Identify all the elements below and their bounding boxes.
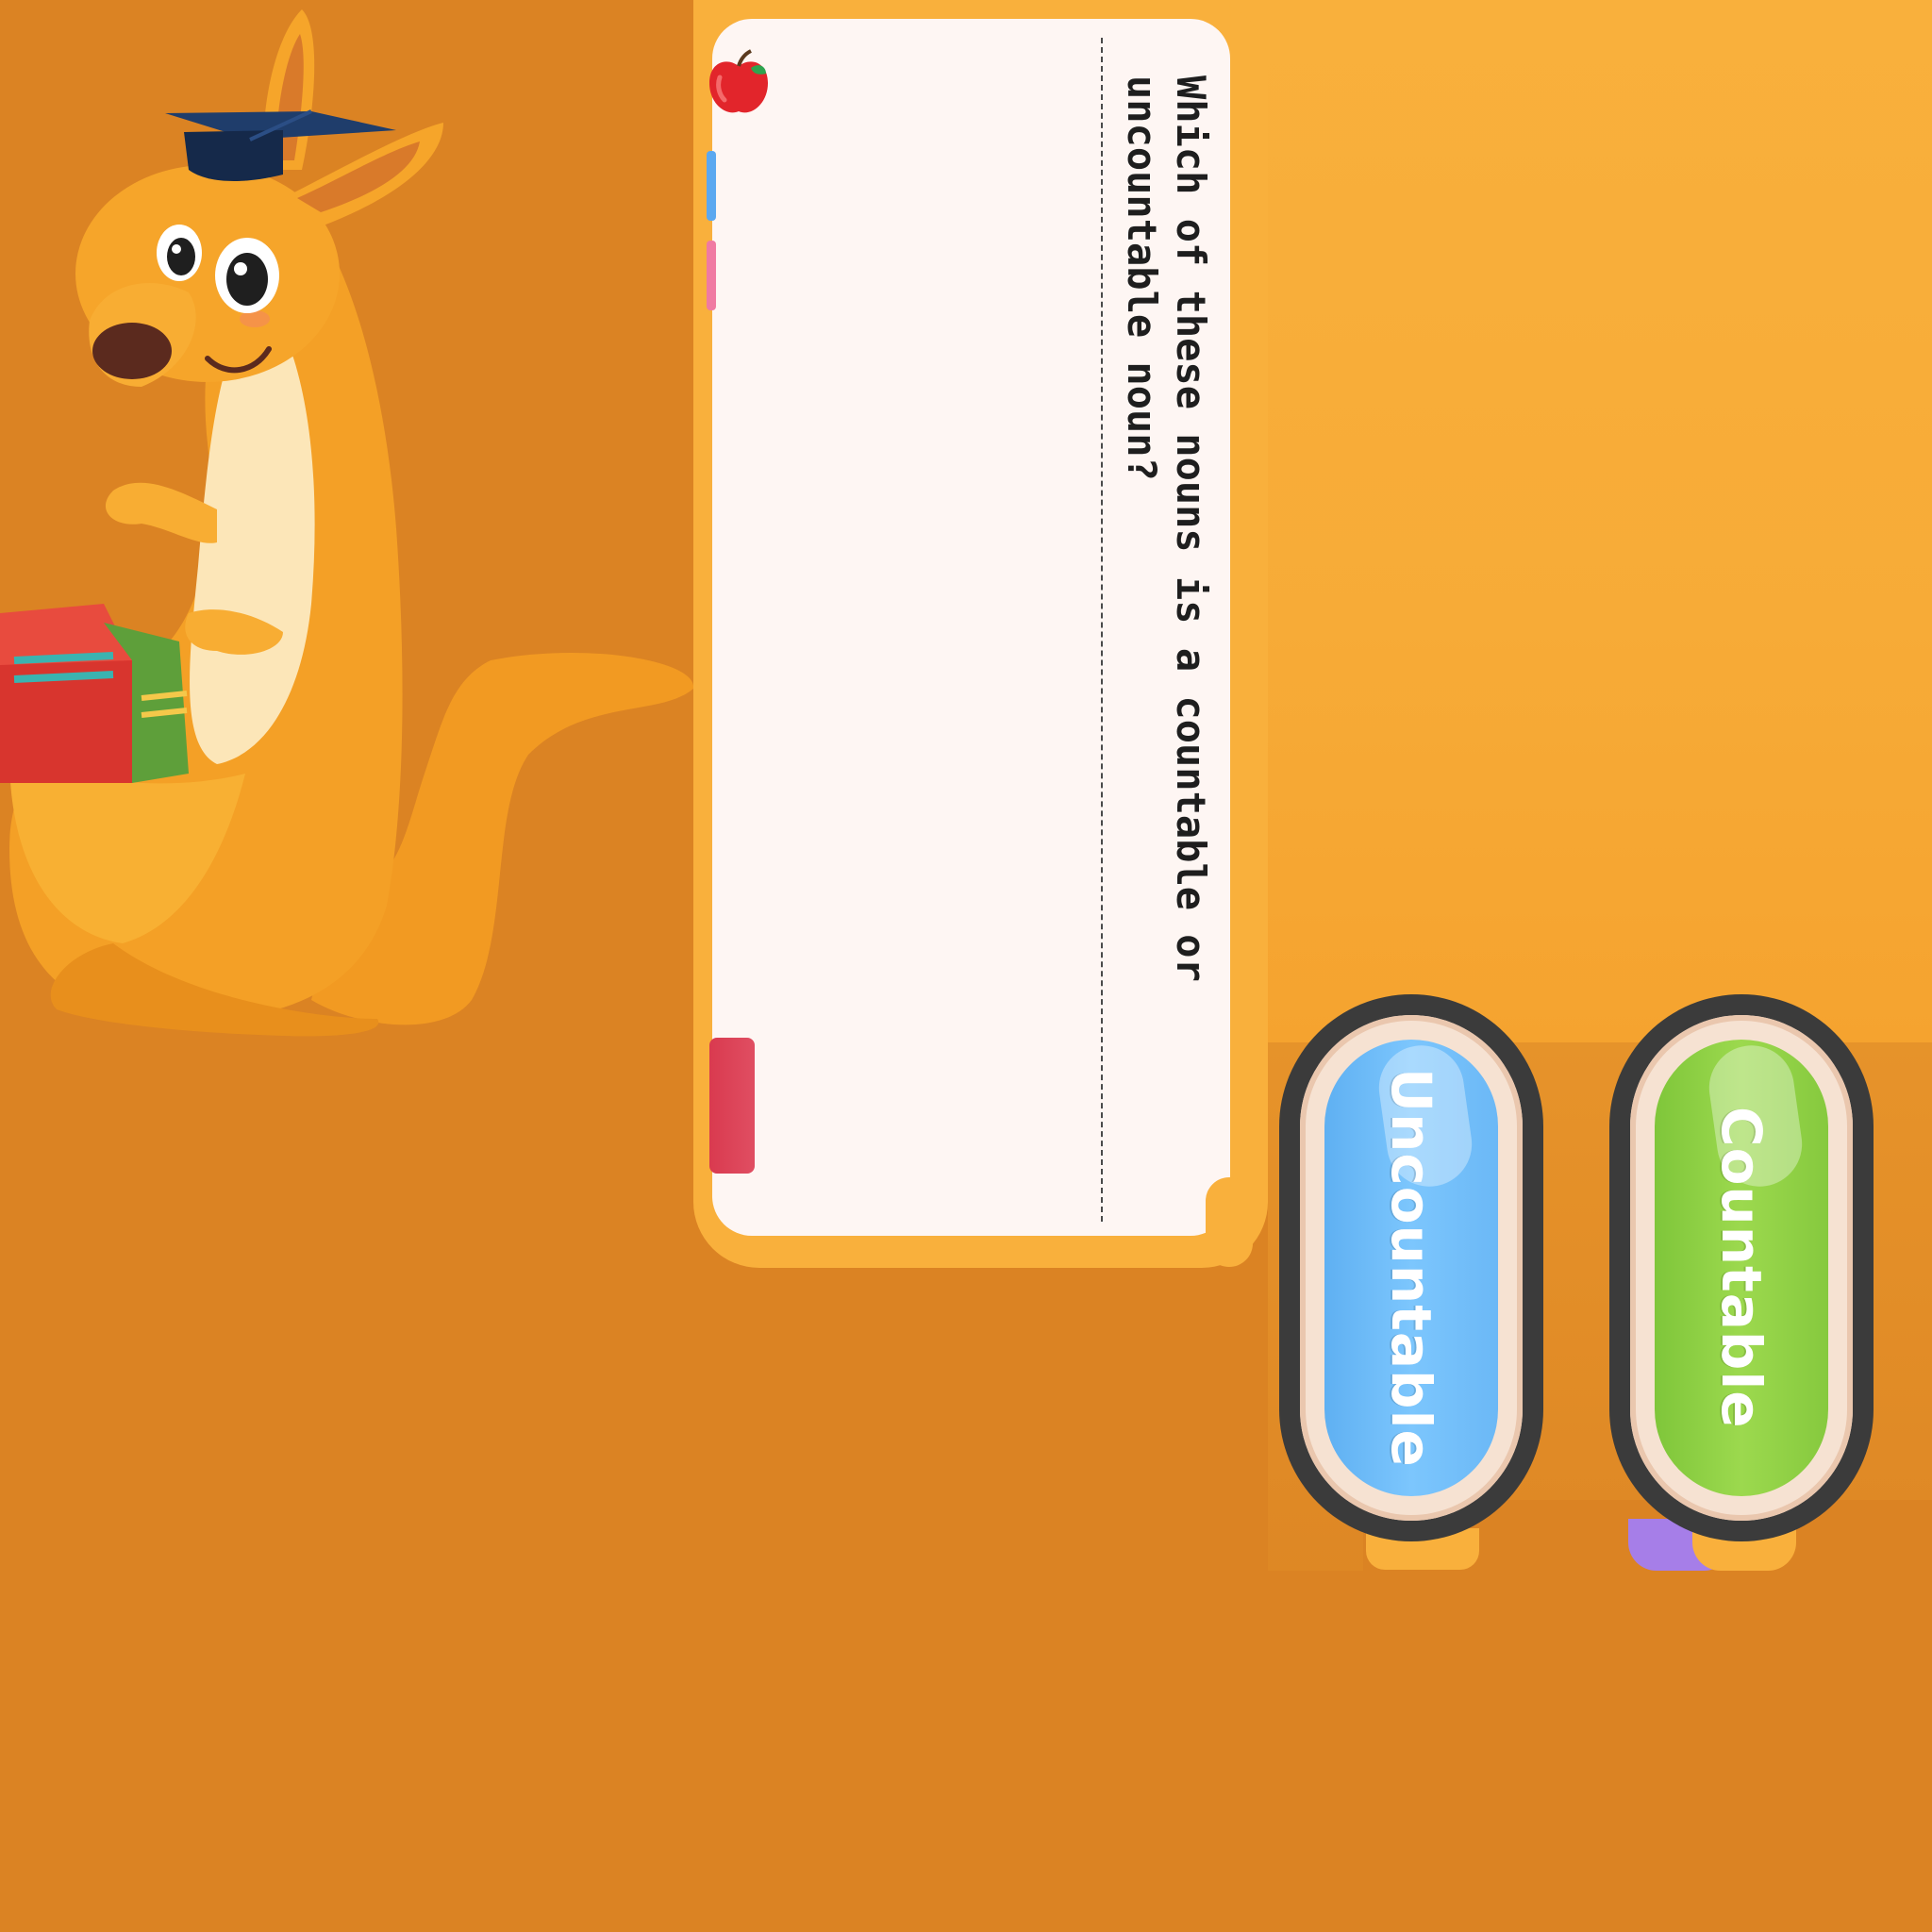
question-text: Which of these nouns is a countable or u…	[1119, 75, 1214, 982]
countable-button-label: Countable	[1709, 1107, 1774, 1429]
background-right-panel	[1268, 0, 1932, 1042]
countable-button[interactable]: Countable	[1609, 994, 1874, 1541]
card-tab-blue	[707, 151, 716, 221]
apple-icon	[709, 49, 768, 113]
kangaroo-mascot-icon	[0, 9, 694, 1037]
card-tab-pink	[707, 241, 716, 310]
card-tab-red	[709, 1038, 755, 1174]
quiz-screen: Which of these nouns is a countable or u…	[0, 0, 1932, 1932]
button-label-wrap: Countable	[1609, 994, 1874, 1541]
button-label-wrap: Uncountable	[1279, 994, 1543, 1541]
card-divider	[1101, 38, 1103, 1222]
uncountable-button-label: Uncountable	[1379, 1068, 1443, 1468]
decorative-blob	[1206, 1177, 1253, 1267]
uncountable-button[interactable]: Uncountable	[1279, 994, 1543, 1541]
